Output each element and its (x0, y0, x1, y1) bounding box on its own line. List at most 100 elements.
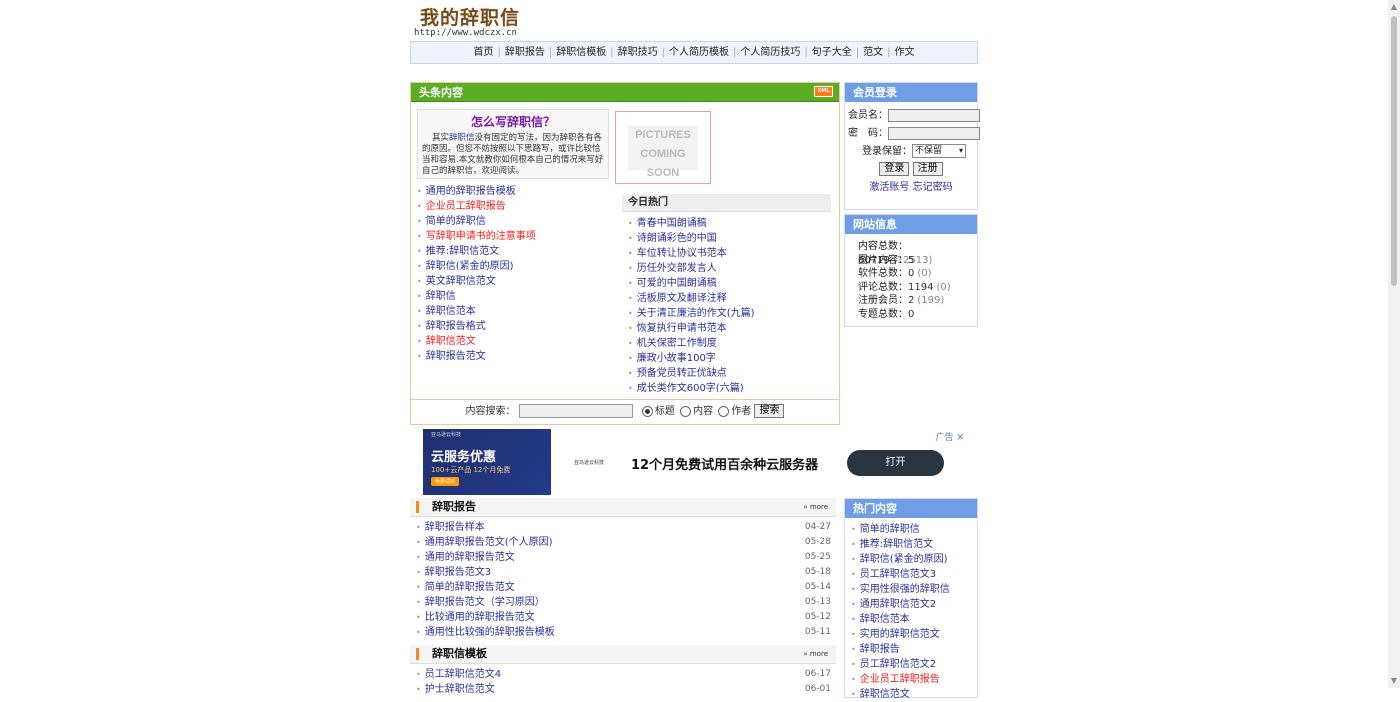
today-hot-link[interactable]: 可爱的中国朗诵稿 (637, 278, 717, 289)
scroll-up-arrow-icon[interactable]: ▲ (1388, 0, 1400, 14)
nav-item[interactable]: 首页 (474, 47, 494, 58)
hot-content-link[interactable]: 实用的辞职信范文 (860, 629, 940, 640)
article-link[interactable]: 通用性比较强的辞职报告模板 (425, 627, 555, 638)
list-item: 辞职报告范文（学习原因） 05-13 (416, 595, 831, 610)
list-item: 辞职报告样本 04-27 (416, 520, 831, 535)
login-button[interactable]: 登录 (879, 162, 910, 176)
search-option-title-radio[interactable] (641, 405, 653, 417)
article-date: 05-25 (804, 552, 831, 562)
nav-item[interactable]: 作文 (895, 47, 915, 58)
list-item: 推荐:辞职信范文 (417, 244, 617, 259)
nav-separator: | (887, 47, 891, 58)
hot-content-link[interactable]: 推荐:辞职信范文 (860, 539, 933, 550)
article-link[interactable]: 通用的辞职报告模板 (426, 186, 516, 197)
ad-open-button[interactable]: 打开 (847, 450, 944, 476)
stat-label: 专题总数： (858, 308, 908, 320)
article-link[interactable]: 通用的辞职报告范文 (425, 552, 515, 563)
article-link[interactable]: 简单的辞职报告范文 (425, 582, 515, 593)
search-input[interactable] (518, 404, 633, 418)
section-title: 辞职报告 (432, 500, 476, 513)
hot-content-link[interactable]: 辞职报告 (860, 644, 900, 655)
list-item: 辞职信范文 (851, 687, 977, 702)
xml-feed-icon[interactable]: XML (814, 86, 833, 97)
today-hot-link[interactable]: 恢复执行申请书范本 (637, 323, 727, 334)
hot-content-link[interactable]: 辞职信范本 (860, 614, 910, 625)
article-link[interactable]: 辞职信 (426, 291, 456, 302)
ad-label[interactable]: 广告 ✕ (936, 430, 964, 443)
article-link[interactable]: 通用辞职报告范文(个人原因) (425, 537, 553, 548)
today-hot-link[interactable]: 成长类作文600字(六篇) (637, 383, 744, 394)
list-item: 恢复执行申请书范本 (628, 321, 755, 336)
article-link[interactable]: 辞职报告范文3 (425, 567, 491, 578)
register-button[interactable]: 注册 (912, 162, 943, 176)
hot-content-link[interactable]: 企业员工辞职报告 (860, 674, 940, 685)
nav-item[interactable]: 辞职信模板 (556, 47, 606, 58)
nav-item[interactable]: 句子大全 (812, 47, 852, 58)
today-hot-link[interactable]: 机关保密工作制度 (637, 338, 717, 349)
article-link[interactable]: 英文辞职信范文 (426, 276, 496, 287)
today-hot-link[interactable]: 车位转让协议书范本 (637, 248, 727, 259)
article-link[interactable]: 辞职信范文 (426, 336, 476, 347)
list-item: 通用性比较强的辞职报告模板 05-11 (416, 625, 831, 640)
nav-item[interactable]: 范文 (863, 47, 883, 58)
section-more-link[interactable]: » more (803, 645, 828, 663)
stat-value[interactable]: 2 (908, 295, 914, 306)
featured-image-placeholder[interactable]: PICTURES COMING SOON (615, 111, 711, 184)
article-link[interactable]: 辞职报告格式 (426, 321, 486, 332)
nav-item[interactable]: 辞职报告 (505, 47, 545, 58)
hot-content-link[interactable]: 员工辞职信范文2 (860, 659, 936, 670)
article-link[interactable]: 辞职报告范文（学习原因） (425, 597, 545, 608)
article-link[interactable]: 写辞职申请书的注意事项 (426, 231, 536, 242)
today-hot-link[interactable]: 廉政小故事100字 (637, 353, 716, 364)
hot-content-link[interactable]: 辞职信范文 (860, 689, 910, 700)
article-link[interactable]: 简单的辞职信 (426, 216, 486, 227)
hot-content-link[interactable]: 实用性很强的辞职信 (860, 584, 950, 595)
site-stat-row: 图片内容：5 (845, 254, 977, 268)
nav-item[interactable]: 辞职技巧 (618, 47, 658, 58)
list-item: 英文辞职信范文 (417, 274, 617, 289)
today-hot-link[interactable]: 活板原文及翻译注释 (637, 293, 727, 304)
today-hot-link[interactable]: 关于清正廉洁的作文(九篇) (637, 308, 755, 319)
today-hot-link[interactable]: 预备党员转正优缺点 (637, 368, 727, 379)
article-link[interactable]: 辞职信(紧金的原因) (426, 261, 514, 272)
scrollbar-thumb[interactable] (1391, 16, 1397, 286)
advertisement-banner[interactable]: 亚马逊云科技 云服务优惠 100+云产品 12个月免费 免费试用 亚马逊云科技 … (410, 429, 968, 495)
featured-article-title[interactable]: 怎么写辞职信？ (422, 113, 604, 130)
search-option-author-radio[interactable] (718, 405, 730, 417)
section-more-link[interactable]: » more (803, 498, 828, 516)
list-item: 简单的辞职报告范文 05-14 (416, 580, 831, 595)
article-link[interactable]: 辞职报告范文 (426, 351, 486, 362)
today-hot-link[interactable]: 历任外交部发言人 (637, 263, 717, 274)
password-input[interactable] (888, 126, 980, 140)
search-button[interactable]: 搜索 (754, 404, 785, 418)
today-hot-link[interactable]: 青春中国朗诵稿 (637, 218, 707, 229)
featured-article-link[interactable]: 辞职信 (449, 133, 475, 143)
activate-account-link[interactable]: 激活账号 (869, 182, 909, 193)
article-link[interactable]: 推荐:辞职信范文 (426, 246, 499, 257)
page-scrollbar[interactable]: ▲ ▼ (1388, 0, 1400, 688)
forgot-password-link[interactable]: 忘记密码 (913, 182, 953, 193)
article-link[interactable]: 辞职报告样本 (425, 522, 485, 533)
nav-item[interactable]: 个人简历技巧 (740, 47, 800, 58)
article-link[interactable]: 护士辞职信范文 (425, 684, 495, 695)
article-link[interactable]: 比较通用的辞职报告范文 (425, 612, 535, 623)
scroll-down-arrow-icon[interactable]: ▼ (1388, 674, 1400, 688)
ad-headline[interactable]: 12个月免费试用百余种云服务器 (631, 454, 818, 473)
list-item: 辞职信范本 (417, 304, 617, 319)
article-link[interactable]: 企业员工辞职报告 (426, 201, 506, 212)
username-input[interactable] (888, 108, 980, 122)
nav-item[interactable]: 个人简历模板 (669, 47, 729, 58)
article-link[interactable]: 辞职信范本 (426, 306, 476, 317)
hot-content-link[interactable]: 简单的辞职信 (860, 524, 920, 535)
keep-login-select[interactable]: 不保留 (912, 144, 966, 158)
hot-content-link[interactable]: 员工辞职信范文3 (860, 569, 936, 580)
hot-content-link[interactable]: 通用辞职信范文2 (860, 599, 936, 610)
article-date: 05-13 (804, 597, 831, 607)
hot-content-link[interactable]: 辞职信(紧金的原因) (860, 554, 948, 565)
today-hot-link[interactable]: 诗朗诵彩色的中国 (637, 233, 717, 244)
article-link[interactable]: 员工辞职信范文4 (425, 669, 501, 680)
site-logo[interactable]: 我的辞职信 (420, 3, 520, 30)
search-option-content-radio[interactable] (680, 405, 692, 417)
ad-image[interactable]: 亚马逊云科技 云服务优惠 100+云产品 12个月免费 免费试用 (423, 429, 551, 495)
list-item: 通用辞职信范文2 (851, 597, 977, 612)
